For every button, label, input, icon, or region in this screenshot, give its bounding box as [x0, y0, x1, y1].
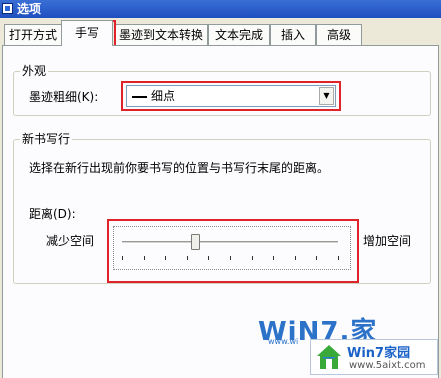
- title-bar: 选项: [0, 0, 441, 18]
- appearance-group-title: 外观: [22, 64, 47, 78]
- more-space-label: 增加空间: [363, 234, 412, 248]
- logo-text: Win7家园: [347, 346, 411, 361]
- window-icon: [2, 3, 13, 14]
- slider-thumb[interactable]: [191, 234, 201, 250]
- ink-thickness-value: 细点: [151, 89, 176, 103]
- slider-tick: [143, 256, 145, 260]
- tab-strip: 打开方式 手写 墨迹到文本转换 文本完成 插入 高级: [0, 20, 441, 46]
- tab-insert[interactable]: 插入: [270, 24, 316, 45]
- ink-thickness-select[interactable]: 细点 ▼: [126, 85, 336, 107]
- distance-label: 距离(D):: [29, 207, 76, 221]
- house-icon: [317, 345, 341, 369]
- ink-thickness-label: 墨迹粗细(K):: [29, 90, 99, 104]
- tab-ink-to-text[interactable]: 墨迹到文本转换: [114, 24, 208, 45]
- tab-advanced[interactable]: 高级: [316, 24, 362, 45]
- slider-tick: [273, 256, 275, 260]
- watermark-logo: Win7家园 www.5aixt.com: [310, 339, 438, 375]
- slider-tick: [316, 256, 318, 260]
- slider-tick: [230, 256, 231, 260]
- less-space-label: 减少空间: [46, 234, 95, 248]
- tab-handwriting[interactable]: 手写: [61, 20, 113, 46]
- slider-tick: [122, 256, 123, 260]
- slider-tick: [338, 256, 339, 260]
- new-line-group-title: 新书写行: [22, 132, 71, 146]
- slider-tick: [186, 256, 188, 260]
- new-line-description: 选择在新行出现前你要书写的位置与书写行末尾的距离。: [29, 161, 330, 175]
- slider-tick: [251, 256, 253, 260]
- slider-tick: [208, 256, 210, 260]
- chevron-down-icon[interactable]: ▼: [319, 87, 334, 105]
- watermark-url: www.wi: [268, 337, 299, 346]
- slider-tick: [294, 256, 296, 260]
- slider-track: [122, 241, 338, 244]
- tab-text-completion[interactable]: 文本完成: [208, 24, 270, 45]
- distance-slider[interactable]: [113, 226, 351, 270]
- tab-open-mode[interactable]: 打开方式: [4, 24, 62, 45]
- logo-url: www.5aixt.com: [349, 360, 426, 371]
- thin-line-icon: [132, 96, 147, 98]
- slider-tick: [165, 256, 167, 260]
- window-title: 选项: [17, 2, 42, 16]
